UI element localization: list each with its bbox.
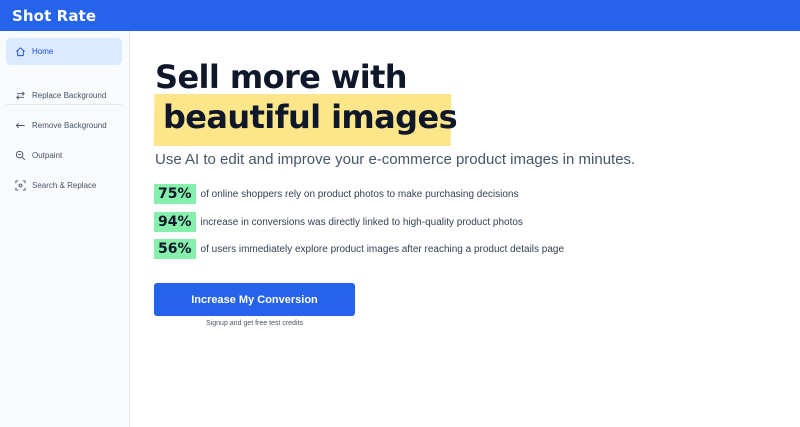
sidebar-item-label: Search & Replace bbox=[32, 181, 97, 190]
sidebar: Home Replace Background Remove Backgroun… bbox=[0, 31, 130, 427]
stat-value: 94% bbox=[154, 212, 196, 232]
sidebar-item-label: Replace Background bbox=[32, 91, 107, 100]
stat-row: 94% increase in conversions was directly… bbox=[154, 212, 523, 232]
stat-text: of online shoppers rely on product photo… bbox=[200, 188, 519, 200]
home-icon bbox=[15, 46, 26, 57]
stat-row: 56% of users immediately explore product… bbox=[154, 239, 564, 259]
top-bar: Shot Rate bbox=[0, 0, 800, 31]
sidebar-item-outpaint[interactable]: Outpaint bbox=[6, 142, 122, 169]
swap-arrows-icon bbox=[15, 90, 26, 101]
sidebar-item-label: Outpaint bbox=[32, 151, 63, 160]
headline-line-1: Sell more with bbox=[155, 58, 408, 96]
hero-subtitle: Use AI to edit and improve your e-commer… bbox=[155, 151, 636, 168]
headline-line-2: beautiful images bbox=[163, 98, 458, 136]
increase-conversion-button[interactable]: Increase My Conversion bbox=[154, 283, 355, 316]
sidebar-item-label: Remove Background bbox=[32, 121, 107, 130]
app-title[interactable]: Shot Rate bbox=[12, 7, 96, 25]
scan-target-icon bbox=[15, 180, 26, 191]
stat-text: of users immediately explore product ima… bbox=[200, 243, 565, 255]
zoom-out-icon bbox=[15, 150, 26, 161]
sidebar-item-search-replace[interactable]: Search & Replace bbox=[6, 172, 122, 199]
sidebar-item-remove-background[interactable]: Remove Background bbox=[6, 112, 122, 139]
sidebar-item-replace-background[interactable]: Replace Background bbox=[6, 82, 122, 109]
stat-value: 75% bbox=[154, 184, 196, 204]
sidebar-item-home[interactable]: Home bbox=[6, 38, 122, 65]
stat-row: 75% of online shoppers rely on product p… bbox=[154, 184, 518, 204]
stat-text: increase in conversions was directly lin… bbox=[200, 216, 523, 228]
stat-value: 56% bbox=[154, 239, 196, 259]
main-content: Sell more with beautiful images Use AI t… bbox=[130, 31, 800, 427]
arrow-left-icon bbox=[15, 120, 26, 131]
cta-note: Signup and get free test credits bbox=[206, 320, 303, 327]
sidebar-item-label: Home bbox=[32, 47, 54, 56]
